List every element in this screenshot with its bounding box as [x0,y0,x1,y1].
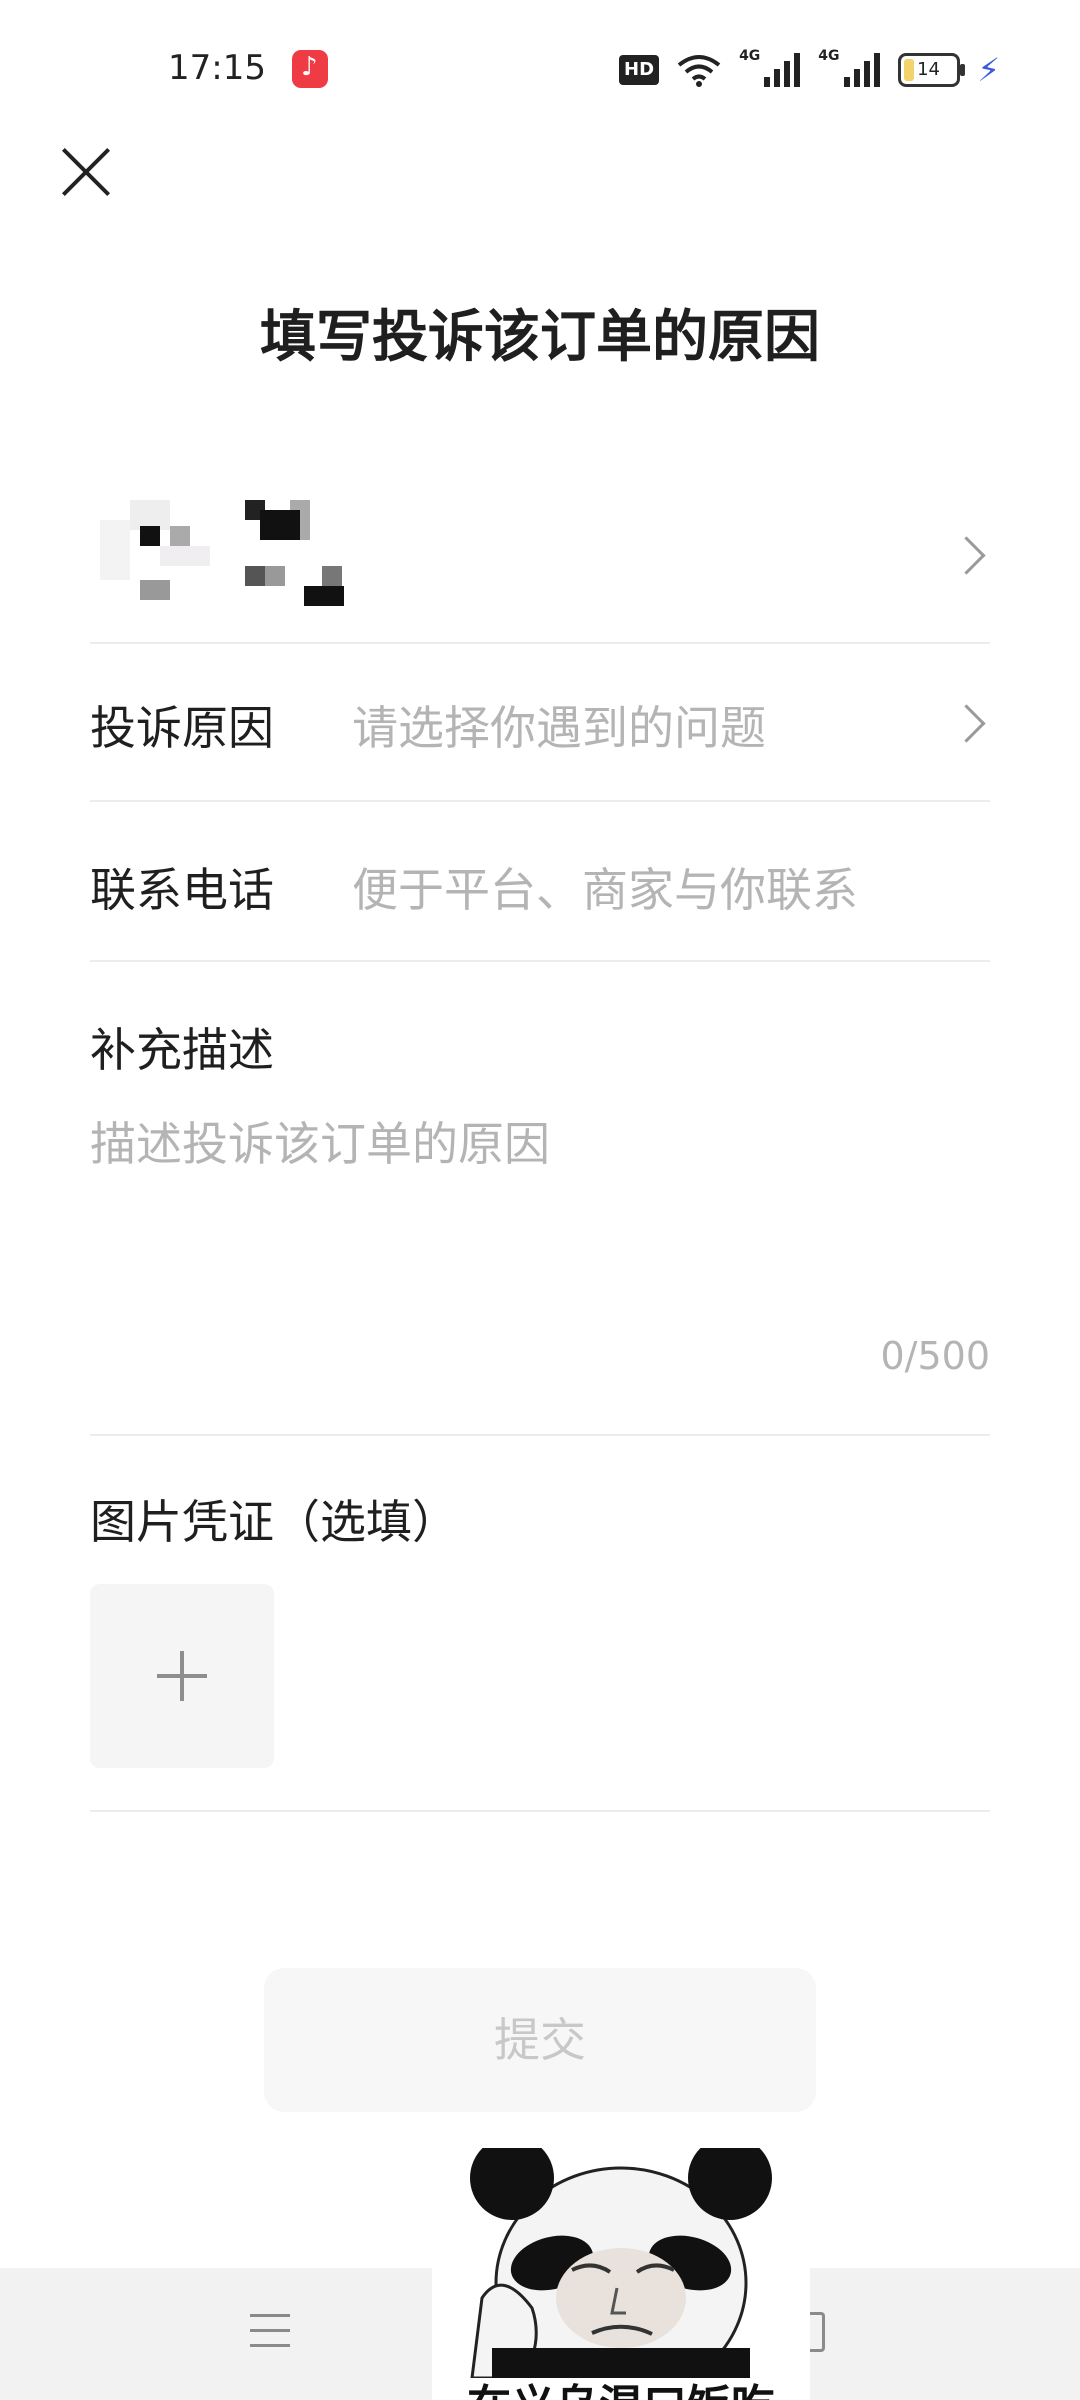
battery-level: 14 [917,59,940,80]
signal-icon-2 [843,53,880,87]
character-counter: 0/500 [880,1334,990,1378]
chevron-right-icon [947,704,986,743]
complaint-reason-field[interactable]: 投诉原因 请选择你遇到的问题 [90,642,990,802]
contact-phone-field[interactable]: 联系电话 便于平台、商家与你联系 [90,800,990,962]
add-image-button[interactable] [90,1584,274,1768]
music-app-icon [292,50,328,88]
complaint-reason-placeholder: 请选择你遇到的问题 [352,701,766,755]
close-icon[interactable] [58,144,114,200]
image-evidence-label: 图片凭证（选填） [90,1495,458,1549]
contact-phone-label: 联系电话 [90,863,274,917]
hd-icon: HD [619,55,660,85]
order-store-row[interactable] [90,470,990,644]
submit-button[interactable]: 提交 [264,1968,816,2112]
wifi-icon [677,55,721,87]
meme-caption: 在义乌混口饭吃 [432,2370,810,2400]
description-section: 补充描述 0/500 [90,960,990,1436]
status-time: 17:15 [168,48,266,88]
page-title: 填写投诉该订单的原因 [260,305,820,370]
signal-icon-1 [764,53,801,87]
status-icons: HD 4G 4G 14 ⚡ [619,48,1000,92]
battery-icon: 14 [897,53,965,87]
charging-icon: ⚡ [977,51,1000,89]
contact-phone-input[interactable]: 便于平台、商家与你联系 [352,854,858,920]
panda-meme-sticker: 在义乌混口饭吃 [432,2148,810,2400]
redacted-store-info [100,500,380,610]
recent-apps-icon[interactable] [250,2314,290,2348]
panda-face-image [470,2148,772,2400]
network-type-2: 4G [818,48,840,64]
image-evidence-section: 图片凭证（选填） [90,1434,990,1812]
complaint-reason-label: 投诉原因 [90,701,274,755]
chevron-right-icon [947,536,986,575]
network-type-1: 4G [739,48,761,64]
description-input[interactable] [90,1108,990,1268]
description-label: 补充描述 [90,1023,274,1077]
